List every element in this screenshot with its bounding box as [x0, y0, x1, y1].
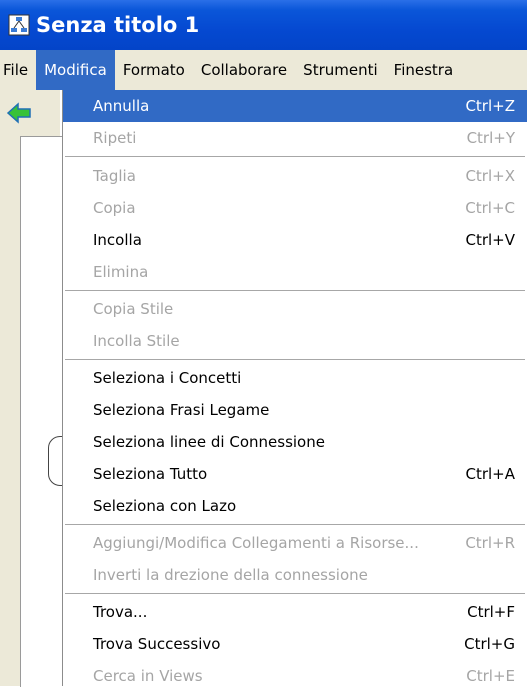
menu-file[interactable]: File — [0, 50, 36, 90]
menu-item-shortcut: Ctrl+G — [464, 635, 515, 653]
menu-separator — [65, 156, 525, 158]
menu-item-seleziona-tutto[interactable]: Seleziona Tutto Ctrl+A — [63, 458, 527, 490]
app-icon — [8, 14, 30, 36]
back-arrow-icon[interactable] — [6, 102, 34, 124]
menu-item-label: Incolla — [93, 231, 142, 249]
menu-item-label: Seleziona con Lazo — [93, 497, 237, 515]
menu-item-trova[interactable]: Trova... Ctrl+F — [63, 596, 527, 628]
menu-item-annulla[interactable]: Annulla Ctrl+Z — [63, 90, 527, 122]
menu-item-shortcut: Ctrl+Y — [466, 129, 515, 147]
menu-item-label: Ripeti — [93, 129, 137, 147]
menu-item-label: Trova... — [93, 603, 148, 621]
menu-modifica[interactable]: Modifica — [36, 50, 115, 90]
menu-item-shortcut: Ctrl+Z — [465, 97, 515, 115]
menu-item-shortcut: Ctrl+A — [465, 465, 515, 483]
menu-item-label: Trova Successivo — [93, 635, 221, 653]
menu-item-incolla-stile[interactable]: Incolla Stile — [63, 325, 527, 357]
menu-item-label: Copia Stile — [93, 300, 174, 318]
menu-item-shortcut: Ctrl+V — [465, 231, 515, 249]
menu-item-shortcut: Ctrl+C — [465, 199, 515, 217]
menu-item-label: Copia — [93, 199, 136, 217]
menu-item-label: Seleziona i Concetti — [93, 369, 242, 387]
menu-finestra[interactable]: Finestra — [386, 50, 462, 90]
menu-item-elimina[interactable]: Elimina — [63, 256, 527, 288]
menu-separator — [65, 524, 525, 526]
menu-item-label: Cerca in Views — [93, 667, 203, 685]
menu-separator — [65, 359, 525, 361]
menu-item-trova-successivo[interactable]: Trova Successivo Ctrl+G — [63, 628, 527, 660]
menu-strumenti[interactable]: Strumenti — [295, 50, 385, 90]
menu-item-seleziona-concetti[interactable]: Seleziona i Concetti — [63, 362, 527, 394]
menu-item-label: Incolla Stile — [93, 332, 180, 350]
menu-item-taglia[interactable]: Taglia Ctrl+X — [63, 160, 527, 192]
menu-item-shortcut: Ctrl+R — [465, 534, 515, 552]
menu-item-seleziona-linee[interactable]: Seleziona linee di Connessione — [63, 426, 527, 458]
menu-formato[interactable]: Formato — [115, 50, 193, 90]
window-title: Senza titolo 1 — [36, 13, 200, 37]
menu-bar: File Modifica Formato Collaborare Strume… — [0, 50, 527, 90]
menu-item-copia-stile[interactable]: Copia Stile — [63, 293, 527, 325]
menu-item-shortcut: Ctrl+F — [467, 603, 515, 621]
menu-item-seleziona-lazo[interactable]: Seleziona con Lazo — [63, 490, 527, 522]
menu-item-label: Taglia — [93, 167, 136, 185]
menu-item-collegamenti-risorse[interactable]: Aggiungi/Modifica Collegamenti a Risorse… — [63, 527, 527, 559]
menu-item-label: Inverti la drezione della connessione — [93, 566, 368, 584]
menu-item-ripeti[interactable]: Ripeti Ctrl+Y — [63, 122, 527, 154]
menu-item-incolla[interactable]: Incolla Ctrl+V — [63, 224, 527, 256]
menu-item-inverti-direzione[interactable]: Inverti la drezione della connessione — [63, 559, 527, 591]
menu-separator — [65, 593, 525, 595]
menu-item-shortcut: Ctrl+X — [465, 167, 515, 185]
menu-item-seleziona-frasi-legame[interactable]: Seleziona Frasi Legame — [63, 394, 527, 426]
menu-item-label: Seleziona linee di Connessione — [93, 433, 325, 451]
menu-item-cerca-views[interactable]: Cerca in Views Ctrl+E — [63, 660, 527, 692]
menu-item-label: Elimina — [93, 263, 149, 281]
modifica-dropdown: Annulla Ctrl+Z Ripeti Ctrl+Y Taglia Ctrl… — [62, 90, 527, 686]
menu-item-label: Annulla — [93, 97, 150, 115]
menu-separator — [65, 290, 525, 292]
menu-item-label: Seleziona Frasi Legame — [93, 401, 270, 419]
menu-item-label: Aggiungi/Modifica Collegamenti a Risorse… — [93, 534, 419, 552]
title-bar: Senza titolo 1 — [0, 0, 527, 50]
menu-collaborare[interactable]: Collaborare — [193, 50, 295, 90]
menu-item-label: Seleziona Tutto — [93, 465, 208, 483]
menu-item-copia[interactable]: Copia Ctrl+C — [63, 192, 527, 224]
menu-item-shortcut: Ctrl+E — [466, 667, 515, 685]
